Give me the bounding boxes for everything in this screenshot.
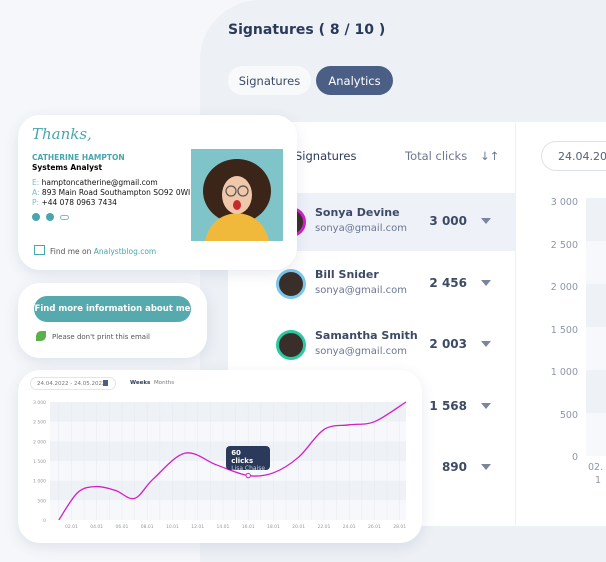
clicks-line-chart-card: 24.04.2022 - 24.05.2022 Weeks Months 3 0… (18, 370, 422, 543)
column-header-total-clicks[interactable]: Total clicks (405, 149, 467, 163)
grid-band (50, 500, 406, 520)
x-tick: 22.01 (317, 524, 330, 530)
x-tick: 04.01 (90, 524, 103, 530)
blog-link[interactable]: Analystblog.com (94, 247, 156, 256)
x-tick: 28.01 (393, 524, 406, 530)
expand-caret-icon[interactable] (481, 279, 491, 286)
eco-leaf-icon (36, 331, 46, 341)
y-tick: 3 000 (33, 400, 46, 406)
y-tick: 1 000 (550, 367, 578, 378)
x-tick: 18.01 (267, 524, 280, 530)
row-clicks: 3 000 (429, 214, 467, 228)
expand-caret-icon[interactable] (481, 218, 491, 224)
find-more-info-button[interactable]: Find more information about me (34, 296, 191, 322)
line-chart: 3 000 2 500 2 000 1 500 1 000 500 0 02.01 04.01 0… (33, 400, 407, 530)
address-label: A: (32, 188, 40, 197)
y-tick: 1 500 (33, 459, 46, 465)
avatar (276, 268, 306, 299)
y-tick: 3 000 (550, 197, 578, 208)
x-tick: 08.01 (141, 524, 154, 530)
eco-note: Please don't print this email (52, 333, 150, 341)
phone-label: P: (32, 198, 40, 207)
tooltip-point (245, 472, 251, 479)
x-tick: 06.01 (116, 524, 129, 530)
sort-arrows-icon[interactable]: ↓↑ (480, 149, 499, 163)
y-tick: 1 000 (33, 479, 46, 485)
row-email: sonya@gmail.com (315, 223, 408, 234)
y-tick: 0 (571, 452, 578, 463)
expand-caret-icon[interactable] (481, 464, 491, 470)
x-tick: 1 (595, 475, 602, 486)
presentation-icon (34, 245, 45, 255)
y-tick: 500 (559, 409, 578, 421)
phone-value: +44 078 0963 7434 (41, 198, 117, 207)
expand-caret-icon[interactable] (481, 341, 491, 347)
x-tick: 20.01 (292, 524, 305, 530)
signature-name: CATHERINE HAMPTON (32, 153, 125, 162)
row-name: Bill Snider (315, 267, 379, 281)
table-row[interactable]: Samantha Smith sonya@gmail.com 2 003 (228, 316, 515, 374)
x-tick: 16.01 (242, 524, 255, 530)
tooltip-label: Lisa Chaise (231, 464, 266, 472)
avatar (276, 330, 306, 360)
chart-grid (586, 198, 606, 456)
y-tick: 500 (37, 498, 46, 504)
profile-photo (191, 149, 283, 241)
email-label: E: (32, 178, 40, 187)
row-email: sonya@gmail.com (315, 284, 408, 296)
x-tick: 02.01 (65, 524, 78, 530)
find-me-label: Find me on (50, 247, 92, 256)
email-signature-card: Thanks, CATHERINE HAMPTON Systems Analys… (18, 115, 297, 270)
y-tick: 0 (43, 518, 46, 524)
email-value[interactable]: hamptoncatherine@gmail.com (42, 178, 158, 187)
y-tick: 2 500 (550, 239, 578, 251)
greeting: Thanks, (32, 125, 92, 143)
tooltip-value: 60 clicks (231, 448, 254, 465)
x-tick: 12.01 (191, 524, 204, 530)
y-tick: 2 000 (550, 282, 578, 293)
row-name: Sonya Devine (315, 206, 400, 219)
y-tick: 2 000 (33, 439, 46, 445)
grid-band (50, 480, 406, 501)
column-header-signatures[interactable]: Signatures (295, 149, 356, 163)
signature-role: Systems Analyst (32, 163, 103, 172)
chart-tooltip: 60 clicks Lisa Chaise (226, 445, 271, 472)
row-clicks: 2 456 (429, 275, 467, 290)
x-tick: 10.01 (166, 524, 179, 530)
row-name: Samantha Smith (315, 329, 418, 342)
grid-band (50, 402, 406, 422)
x-tick: 02. (588, 462, 604, 473)
row-clicks: 890 (441, 460, 467, 474)
link-icon[interactable] (60, 215, 69, 220)
row-email: sonya@gmail.com (315, 346, 408, 357)
cta-card: Find more information about me Please do… (18, 283, 207, 358)
date-range-input[interactable]: 24.04.20 (541, 141, 606, 171)
twitter-icon[interactable] (32, 213, 40, 221)
row-clicks: 2 003 (429, 337, 467, 351)
x-tick: 26.01 (368, 524, 381, 530)
y-tick: 1 500 (550, 324, 578, 336)
row-clicks: 1 568 (429, 398, 467, 413)
address-value: 893 Main Road Southampton SO92 0WI (41, 188, 191, 197)
expand-caret-icon[interactable] (481, 402, 491, 409)
facebook-icon[interactable] (46, 213, 54, 221)
x-tick: 14.01 (217, 524, 230, 530)
y-tick: 2 500 (33, 420, 46, 426)
tab-analytics[interactable]: Analytics (316, 66, 393, 95)
x-tick: 24.01 (343, 524, 356, 530)
tab-signatures[interactable]: Signatures (228, 66, 311, 95)
page-title: Signatures ( 8 / 10 ) (228, 22, 386, 38)
